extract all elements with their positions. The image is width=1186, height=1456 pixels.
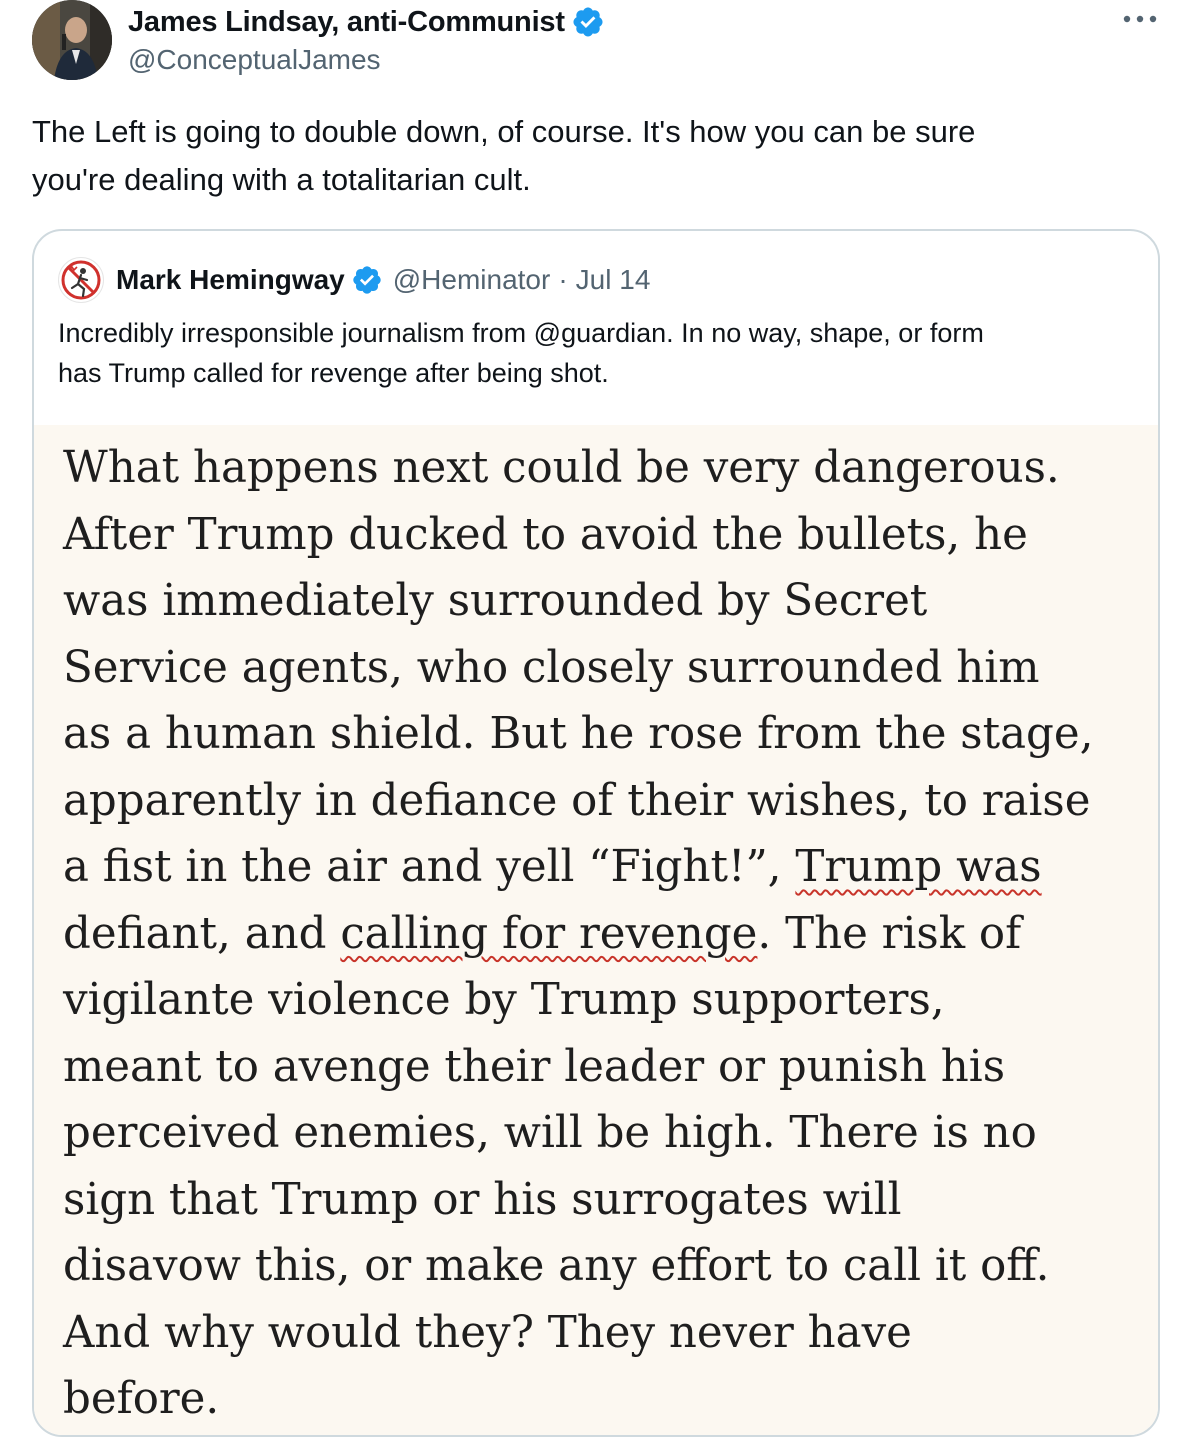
verified-badge-icon[interactable] (571, 5, 605, 39)
red-underline-highlight: Trump was (795, 842, 1042, 892)
tweet[interactable]: James Lindsay, anti-Communist @Conceptua… (0, 0, 1186, 1456)
article-line: before. (63, 1374, 220, 1424)
article-line: meant to avenge their leader or punish h… (63, 1041, 1006, 1092)
article-line: a fist in the air and yell “Fight!”, Tru… (63, 834, 1143, 901)
article-line: After Trump ducked to avoid the bullets,… (63, 509, 1028, 560)
quoted-media-image[interactable]: What happens next could be very dangerou… (34, 425, 1158, 1435)
article-line: disavow this, or make any effort to call… (63, 1241, 1050, 1291)
article-line: as a human shield. But he rose from the … (63, 709, 1094, 759)
article-line: vigilante violence by Trump supporters, (63, 975, 945, 1025)
article-line: Service agents, who closely surrounded h… (63, 642, 1040, 693)
article-line: was immediately surrounded by Secret (63, 576, 928, 626)
quoted-author-avatar (58, 257, 104, 303)
quoted-tweet-header: Mark Hemingway @Heminator · Jul 14 (58, 255, 650, 305)
article-line: perceived enemies, will be high. There i… (63, 1108, 1037, 1158)
quoted-text-line: Incredibly irresponsible journalism from… (58, 318, 984, 348)
quoted-avatar-image (60, 259, 102, 301)
author-avatar[interactable] (32, 0, 112, 80)
article-line: What happens next could be very dangerou… (63, 443, 1060, 493)
quoted-verified-badge-icon (351, 264, 383, 296)
article-line-pre: defiant, and (63, 908, 341, 959)
author-avatar-image (32, 0, 112, 80)
article-line: defiant, and calling for revenge. The ri… (63, 901, 1143, 968)
quoted-text-line: has Trump called for revenge after being… (58, 358, 609, 388)
quoted-separator: · (558, 264, 568, 295)
article-excerpt: What happens next could be very dangerou… (63, 435, 1143, 1433)
quoted-tweet-text: Incredibly irresponsible journalism from… (58, 313, 1138, 393)
more-horizontal-icon[interactable] (1120, 4, 1160, 34)
tweet-header: James Lindsay, anti-Communist @Conceptua… (32, 0, 1166, 90)
quoted-tweet-card[interactable]: Mark Hemingway @Heminator · Jul 14 Incre… (32, 229, 1160, 1437)
article-line-post: . The risk of (757, 908, 1022, 959)
display-name-row: James Lindsay, anti-Communist (128, 2, 605, 42)
tweet-text: The Left is going to double down, of cou… (32, 108, 1142, 204)
quoted-display-name[interactable]: Mark Hemingway (116, 264, 345, 296)
tweet-text-line: you're dealing with a totalitarian cult. (32, 162, 531, 197)
article-line-pre: a fist in the air and yell “Fight!”, (63, 842, 796, 892)
author-handle[interactable]: @ConceptualJames (128, 44, 605, 76)
author-name-block: James Lindsay, anti-Communist @Conceptua… (128, 2, 605, 76)
red-underline-highlight: calling for revenge (340, 908, 758, 959)
quoted-date[interactable]: Jul 14 (576, 264, 651, 296)
quoted-handle[interactable]: @Heminator (393, 264, 551, 296)
article-line: And why would they? They never have (63, 1307, 912, 1358)
tweet-text-line: The Left is going to double down, of cou… (32, 114, 976, 149)
author-display-name[interactable]: James Lindsay, anti-Communist (128, 6, 565, 39)
article-line: apparently in defiance of their wishes, … (63, 775, 1091, 826)
article-line: sign that Trump or his surrogates will (63, 1174, 902, 1225)
